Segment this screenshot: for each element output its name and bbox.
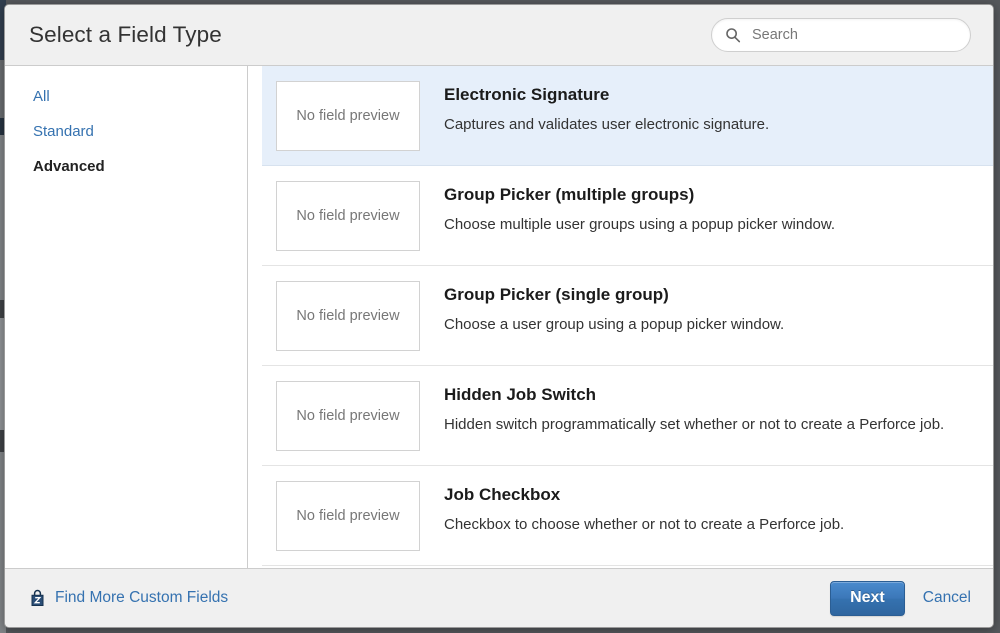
field-type-row-hidden-job-switch[interactable]: No field preview Hidden Job Switch Hidde… [262,366,993,466]
field-type-text: Job Checkbox Checkbox to choose whether … [420,480,977,536]
field-type-text: Electronic Signature Captures and valida… [420,80,977,136]
field-type-text: Group Picker (single group) Choose a use… [420,280,977,336]
sidebar-item-standard[interactable]: Standard [33,123,94,141]
dialog-body: All Standard Advanced No field preview E… [5,66,993,568]
field-type-name: Group Picker (single group) [444,285,669,304]
marketplace-bag-icon [31,589,44,606]
search-box [711,18,971,52]
field-preview-placeholder: No field preview [276,281,420,351]
select-field-type-dialog: Select a Field Type All Standard Advance… [4,4,994,628]
field-type-description: Choose multiple user groups using a popu… [444,216,836,233]
field-type-row-electronic-signature[interactable]: No field preview Electronic Signature Ca… [262,66,993,166]
field-type-list: No field preview Electronic Signature Ca… [248,66,993,568]
dialog-title: Select a Field Type [29,22,222,47]
field-type-description: Hidden switch programmatically set wheth… [444,416,945,433]
field-type-name: Group Picker (multiple groups) [444,185,695,204]
field-type-text: Group Picker (multiple groups) Choose mu… [420,180,977,236]
field-type-name: Electronic Signature [444,85,610,104]
field-preview-placeholder: No field preview [276,81,420,151]
category-sidebar: All Standard Advanced [5,66,248,568]
field-preview-placeholder: No field preview [276,481,420,551]
field-type-name: Hidden Job Switch [444,385,597,404]
find-more-custom-fields-link[interactable]: Find More Custom Fields [29,589,228,607]
field-type-row-group-picker-single[interactable]: No field preview Group Picker (single gr… [262,266,993,366]
field-type-description: Checkbox to choose whether or not to cre… [444,516,845,533]
field-preview-placeholder: No field preview [276,381,420,451]
field-type-row-job-checkbox[interactable]: No field preview Job Checkbox Checkbox t… [262,466,993,566]
sidebar-item-advanced[interactable]: Advanced [33,158,105,176]
field-type-description: Choose a user group using a popup picker… [444,316,785,333]
field-type-description: Captures and validates user electronic s… [444,116,770,133]
field-type-text: Hidden Job Switch Hidden switch programm… [420,380,977,436]
sidebar-item-all[interactable]: All [33,88,50,106]
dialog-footer: Find More Custom Fields Next Cancel [5,568,993,627]
field-type-row-group-picker-multiple[interactable]: No field preview Group Picker (multiple … [262,166,993,266]
field-type-name: Job Checkbox [444,485,561,504]
search-input[interactable] [711,18,971,52]
next-button[interactable]: Next [830,580,905,616]
find-more-custom-fields-label: Find More Custom Fields [55,589,229,606]
field-preview-placeholder: No field preview [276,181,420,251]
dialog-header: Select a Field Type [5,5,993,66]
cancel-button[interactable]: Cancel [923,589,971,607]
